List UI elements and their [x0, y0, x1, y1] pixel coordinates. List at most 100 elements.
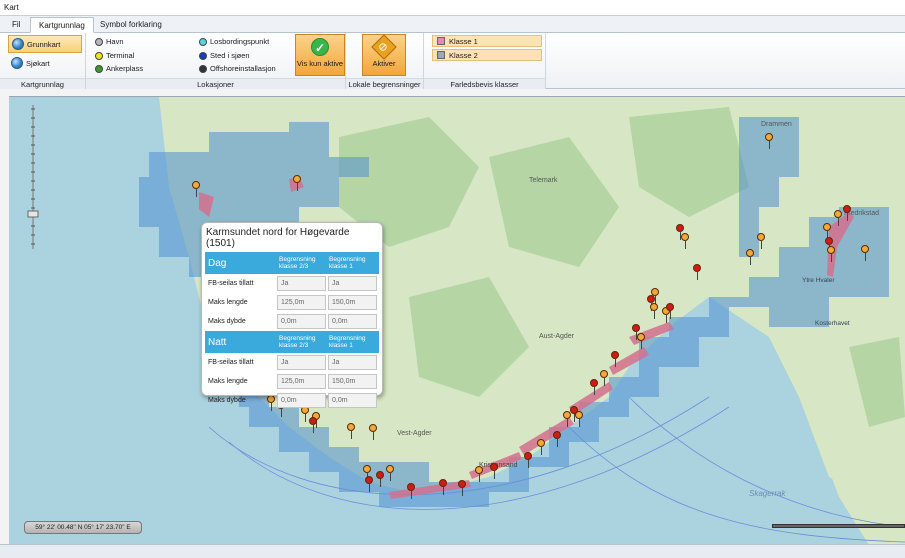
- location-marker-orange-icon[interactable]: [746, 249, 754, 265]
- marker-stem: [281, 409, 282, 417]
- marker-stem: [654, 311, 655, 319]
- location-marker-orange-icon[interactable]: [681, 233, 689, 249]
- status-bar: [0, 544, 905, 558]
- place-label-ytre-hvaler: Ytre Hvaler: [802, 277, 835, 284]
- sted-i-sjoen-dot-icon: [199, 51, 207, 60]
- location-marker-red-icon[interactable]: [647, 295, 655, 311]
- sjokart-label: Sjøkart: [26, 58, 50, 68]
- location-marker-orange-icon[interactable]: [347, 423, 355, 439]
- location-marker-orange-icon[interactable]: [834, 210, 842, 226]
- location-marker-red-icon[interactable]: [676, 224, 684, 240]
- location-marker-orange-icon[interactable]: [563, 411, 571, 427]
- legend-losbordingspunkt[interactable]: Losbordingspunkt: [199, 37, 269, 46]
- location-marker-orange-icon[interactable]: [363, 465, 371, 481]
- legend-ankerplass[interactable]: Ankerplass: [95, 64, 143, 73]
- location-marker-red-icon[interactable]: [843, 205, 851, 221]
- ribbon: Grunnkart Sjøkart Kartgrunnlag Havn Term…: [0, 33, 905, 89]
- popup-row: Maks lengde 125,0m 150,0m: [205, 293, 379, 312]
- location-marker-orange-icon[interactable]: [369, 424, 377, 440]
- popup-row: Maks dybde 0,0m 0,0m: [205, 391, 379, 410]
- legend-sted-i-sjoen[interactable]: Sted i sjøen: [199, 51, 250, 60]
- grunnkart-button[interactable]: Grunnkart: [8, 35, 82, 53]
- location-marker-orange-icon[interactable]: [293, 175, 301, 191]
- tab-kartgrunnlag[interactable]: Kartgrunnlag: [30, 17, 94, 33]
- sjokart-button[interactable]: Sjøkart: [8, 55, 82, 71]
- popup-col-b-header: Begrensning klasse 1: [329, 256, 366, 270]
- location-marker-red-icon[interactable]: [524, 452, 532, 468]
- location-marker-red-icon[interactable]: [309, 417, 317, 433]
- popup-row-label: FB-seilas tillatt: [208, 280, 254, 287]
- location-marker-red-icon[interactable]: [611, 351, 619, 367]
- location-marker-orange-icon[interactable]: [827, 246, 835, 262]
- klasse-1-label: Klasse 1: [449, 36, 478, 46]
- legend-havn[interactable]: Havn: [95, 37, 124, 46]
- location-marker-orange-icon[interactable]: [650, 303, 658, 319]
- tab-symbol-forklaring[interactable]: Symbol forklaring: [92, 17, 170, 33]
- group-lokale-begrensninger: ⊘ Aktiver Lokale begrensninger: [346, 33, 424, 89]
- group-label-kartgrunnlag: Kartgrunnlag: [0, 78, 85, 89]
- marker-stem: [847, 213, 848, 221]
- location-marker-orange-icon[interactable]: [537, 439, 545, 455]
- location-marker-red-icon[interactable]: [365, 476, 373, 492]
- popup-row-label: Maks lengde: [208, 378, 248, 385]
- location-marker-red-icon[interactable]: [553, 431, 561, 447]
- location-marker-orange-icon[interactable]: [637, 333, 645, 349]
- popup-section-header-natt: Natt Begrensning klasse 2/3 Begrensning …: [205, 331, 379, 353]
- aktiver-button[interactable]: ⊘ Aktiver: [362, 34, 406, 76]
- marker-stem: [567, 419, 568, 427]
- location-marker-red-icon[interactable]: [490, 463, 498, 479]
- location-marker-orange-icon[interactable]: [765, 133, 773, 149]
- popup-section-dag-title: Dag: [208, 257, 227, 269]
- fairway-info-popup: Karmsundet nord for Høgevarde (1501) Dag…: [201, 222, 383, 408]
- marker-stem: [579, 419, 580, 427]
- location-marker-orange-icon[interactable]: [757, 233, 765, 249]
- popup-row: Maks dybde 0,0m 0,0m: [205, 312, 379, 331]
- legend-terminal-label: Terminal: [106, 51, 135, 60]
- tab-fil[interactable]: Fil: [4, 17, 28, 33]
- legend-havn-label: Havn: [106, 37, 124, 46]
- location-marker-orange-icon[interactable]: [386, 465, 394, 481]
- location-marker-orange-icon[interactable]: [861, 245, 869, 261]
- location-marker-orange-icon[interactable]: [475, 466, 483, 482]
- legend-losbordingspunkt-label: Losbordingspunkt: [210, 37, 270, 46]
- location-marker-red-icon[interactable]: [666, 303, 674, 319]
- legend-offshoreinstallasjon[interactable]: Offshoreinstallasjon: [199, 64, 276, 73]
- location-marker-red-icon[interactable]: [407, 483, 415, 499]
- restriction-icon: ⊘: [371, 34, 397, 60]
- klasse-1-item[interactable]: Klasse 1: [432, 35, 542, 47]
- location-marker-red-icon[interactable]: [590, 379, 598, 395]
- location-marker-orange-icon[interactable]: [575, 411, 583, 427]
- legend-terminal[interactable]: Terminal: [95, 51, 134, 60]
- popup-value-a: 0,0m: [277, 393, 326, 408]
- location-marker-red-icon[interactable]: [458, 480, 466, 496]
- klasse-2-item[interactable]: Klasse 2: [432, 49, 542, 61]
- popup-row-label: Maks dybde: [208, 397, 246, 404]
- marker-stem: [604, 378, 605, 386]
- location-marker-red-icon[interactable]: [693, 264, 701, 280]
- popup-col-b-header: Begrensning klasse 1: [329, 335, 366, 349]
- location-marker-red-icon[interactable]: [825, 237, 833, 253]
- location-marker-red-icon[interactable]: [439, 479, 447, 495]
- marker-stem: [685, 241, 686, 249]
- vis-kun-aktive-button[interactable]: ✓ Vis kun aktive: [295, 34, 345, 76]
- marker-stem: [390, 473, 391, 481]
- location-marker-red-icon[interactable]: [376, 471, 384, 487]
- marker-stem: [769, 141, 770, 149]
- location-marker-orange-icon[interactable]: [600, 370, 608, 386]
- location-marker-orange-icon[interactable]: [823, 223, 831, 239]
- map-view[interactable]: Telemark Aust-Agder Vest-Agder Drammen K…: [9, 96, 905, 544]
- popup-value-a: 0,0m: [277, 314, 326, 329]
- marker-stem: [369, 484, 370, 492]
- popup-value-a: 125,0m: [277, 295, 326, 310]
- marker-stem: [697, 272, 698, 280]
- place-label-drammen: Drammen: [761, 121, 792, 128]
- marker-stem: [670, 311, 671, 319]
- location-marker-red-icon[interactable]: [632, 324, 640, 340]
- popup-row-label: Maks lengde: [208, 299, 248, 306]
- coordinate-readout: 59° 22' 00.48" N 05° 17' 23.70" E: [24, 521, 142, 534]
- place-label-kosterhavet: Kosterhavet: [815, 320, 850, 327]
- ankerplass-dot-icon: [95, 64, 103, 73]
- location-marker-orange-icon[interactable]: [192, 181, 200, 197]
- zoom-slider[interactable]: [23, 101, 43, 251]
- marker-stem: [750, 257, 751, 265]
